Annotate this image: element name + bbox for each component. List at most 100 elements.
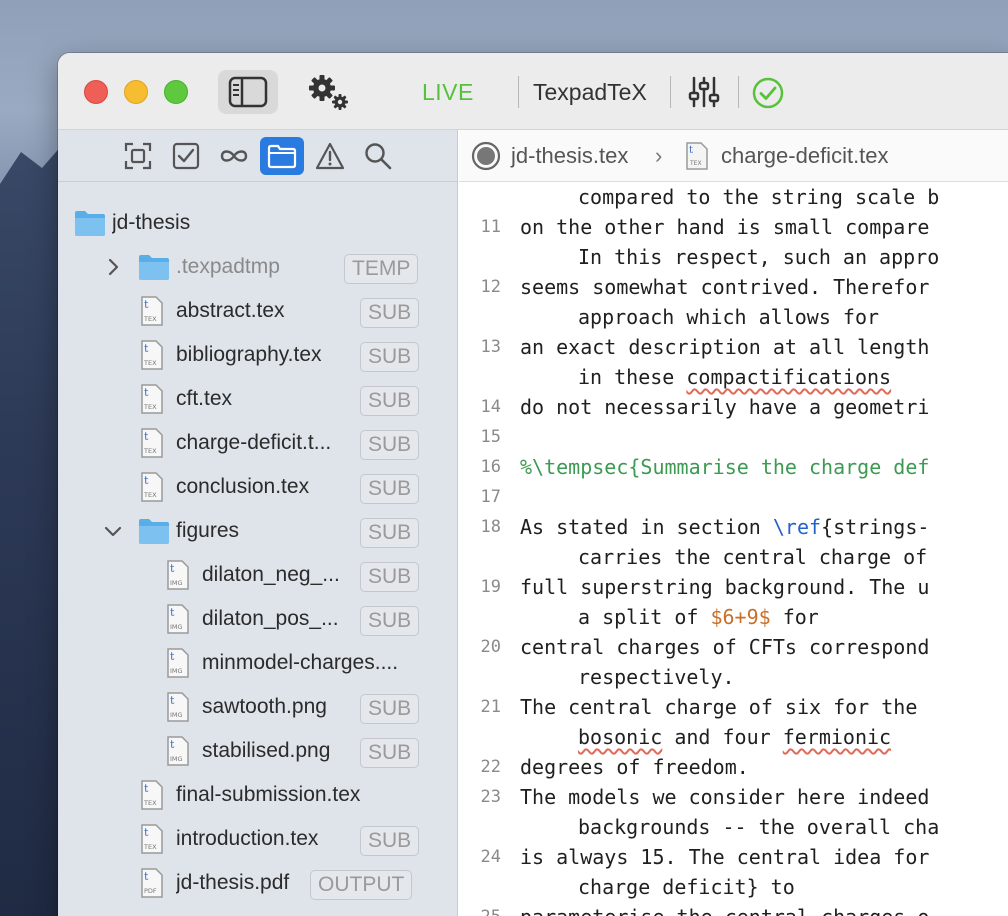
tex-file-icon: t TEX	[141, 472, 163, 502]
code-line[interactable]: carries the central charge of	[459, 542, 1008, 572]
svg-text:t: t	[170, 562, 175, 575]
tex-file-icon: t TEX	[686, 142, 708, 170]
code-line[interactable]: a split of $6+9$ for	[459, 602, 1008, 632]
toolbar-divider	[670, 76, 671, 108]
status-badge: SUB	[360, 738, 420, 768]
tree-file-item[interactable]: t IMG minmodel-charges....	[58, 643, 458, 683]
code-line[interactable]: 18 As stated in section \ref{strings-	[459, 512, 1008, 542]
breadcrumb-file[interactable]: charge-deficit.tex	[721, 143, 889, 169]
code-line[interactable]: 25 parameterise the central charges o	[459, 902, 1008, 916]
settings-button[interactable]	[302, 70, 354, 114]
tree-folder-texpadtmp[interactable]: .texpadtmp TEMP	[58, 247, 458, 287]
line-text: parameterise the central charges o	[520, 902, 929, 916]
source-code-view[interactable]: compared to the string scale b 11 on the o…	[459, 182, 1008, 916]
code-line[interactable]: 24 is always 15. The central idea for	[459, 842, 1008, 872]
code-line[interactable]: 22 degrees of freedom.	[459, 752, 1008, 782]
tree-label: dilaton_neg_...	[202, 563, 340, 586]
code-line[interactable]: 23 The models we consider here indeed	[459, 782, 1008, 812]
line-number: 22	[480, 757, 501, 777]
tree-label: conclusion.tex	[176, 475, 310, 498]
tree-file-item[interactable]: t TEX abstract.tex SUB	[58, 291, 458, 331]
close-window-button[interactable]	[84, 80, 108, 104]
line-number: 20	[480, 637, 501, 657]
line-number: 13	[480, 337, 501, 357]
typeset-options-button[interactable]	[686, 73, 722, 111]
line-text: carries the central charge of	[578, 545, 928, 569]
svg-text:t: t	[144, 782, 149, 795]
tree-file-item[interactable]: t TEX final-submission.tex	[58, 775, 458, 815]
search-tool-button[interactable]	[356, 137, 400, 175]
files-tool-button[interactable]	[260, 137, 304, 175]
tree-label: stabilised.png	[202, 739, 331, 762]
svg-text:IMG: IMG	[170, 755, 183, 763]
line-number: 16	[480, 457, 501, 477]
editor-pane: jd-thesis.tex › t TEX charge-deficit.tex…	[459, 130, 1008, 916]
code-line[interactable]: 17	[459, 482, 1008, 512]
code-line[interactable]: in these compactifications	[459, 362, 1008, 392]
typeset-status-button[interactable]	[748, 73, 788, 113]
status-badge: SUB	[360, 562, 420, 592]
tree-file-item[interactable]: t IMG dilaton_neg_... SUB	[58, 555, 458, 595]
img-file-icon: t IMG	[167, 560, 189, 590]
tree-root-folder[interactable]: jd-thesis	[58, 203, 458, 243]
line-text: The central charge of six for the	[520, 695, 918, 719]
svg-text:t: t	[144, 298, 149, 311]
code-line[interactable]: approach which allows for	[459, 302, 1008, 332]
tree-file-item[interactable]: t IMG stabilised.png SUB	[58, 731, 458, 771]
code-line[interactable]: 21 The central charge of six for the	[459, 692, 1008, 722]
code-line[interactable]: compared to the string scale b	[459, 182, 1008, 212]
code-line[interactable]: In this respect, such an appro	[459, 242, 1008, 272]
status-badge: SUB	[360, 518, 420, 548]
status-badge: SUB	[360, 606, 420, 636]
tree-file-item[interactable]: t IMG dilaton_pos_... SUB	[58, 599, 458, 639]
code-line[interactable]: respectively.	[459, 662, 1008, 692]
sidebar-toolbar	[58, 130, 458, 182]
code-line[interactable]: 12 seems somewhat contrived. Therefor	[459, 272, 1008, 302]
tree-file-item[interactable]: t TEX conclusion.tex SUB	[58, 467, 458, 507]
sidebar-toggle-button[interactable]	[218, 70, 278, 114]
tree-file-item[interactable]: t PDF jd-thesis.pdf OUTPUT	[58, 863, 458, 903]
line-number: 19	[480, 577, 501, 597]
code-line[interactable]: 15	[459, 422, 1008, 452]
links-tool-button[interactable]	[212, 137, 256, 175]
status-badge: SUB	[360, 386, 420, 416]
live-typeset-toggle[interactable]: LIVE	[422, 79, 474, 106]
minimize-window-button[interactable]	[124, 80, 148, 104]
chevron-down-icon[interactable]	[102, 520, 124, 542]
line-text: full superstring background. The u	[520, 575, 930, 599]
tree-file-item[interactable]: t TEX cft.tex SUB	[58, 379, 458, 419]
project-status-icon[interactable]	[471, 141, 501, 171]
chevron-right-icon[interactable]	[102, 256, 124, 278]
breadcrumb: jd-thesis.tex › t TEX charge-deficit.tex	[459, 130, 1008, 182]
todo-tool-button[interactable]	[164, 137, 208, 175]
tree-file-item[interactable]: t TEX charge-deficit.t... SUB	[58, 423, 458, 463]
code-token: and four	[662, 725, 783, 749]
tree-file-item[interactable]: t TEX bibliography.tex SUB	[58, 335, 458, 375]
code-line[interactable]: 11 on the other hand is small compare	[459, 212, 1008, 242]
folder-icon	[139, 519, 169, 544]
code-line[interactable]: backgrounds -- the overall cha	[459, 812, 1008, 842]
svg-text:TEX: TEX	[143, 315, 157, 323]
code-line[interactable]: charge deficit} to	[459, 872, 1008, 902]
issues-tool-button[interactable]	[308, 137, 352, 175]
tree-file-item[interactable]: t TEX introduction.tex SUB	[58, 819, 458, 859]
tree-label: sawtooth.png	[202, 695, 327, 718]
code-line[interactable]: 16 %\tempsec{Summarise the charge def	[459, 452, 1008, 482]
breadcrumb-project[interactable]: jd-thesis.tex	[511, 143, 628, 169]
line-number: 18	[480, 517, 501, 537]
tree-file-item[interactable]: t IMG sawtooth.png SUB	[58, 687, 458, 727]
zoom-window-button[interactable]	[164, 80, 188, 104]
code-line[interactable]: 14 do not necessarily have a geometri	[459, 392, 1008, 422]
svg-text:t: t	[144, 386, 149, 399]
code-line[interactable]: 19 full superstring background. The u	[459, 572, 1008, 602]
typesetter-engine-selector[interactable]: TexpadTeX	[533, 79, 647, 106]
tree-folder-figures[interactable]: figures SUB	[58, 511, 458, 551]
sliders-icon	[688, 76, 720, 108]
svg-text:t: t	[144, 474, 149, 487]
code-line[interactable]: 20 central charges of CFTs correspond	[459, 632, 1008, 662]
line-text: degrees of freedom.	[520, 755, 749, 779]
focus-tool-button[interactable]	[116, 137, 160, 175]
tree-label: charge-deficit.t...	[176, 431, 332, 454]
code-line[interactable]: bosonic and four fermionic	[459, 722, 1008, 752]
code-line[interactable]: 13 an exact description at all length	[459, 332, 1008, 362]
